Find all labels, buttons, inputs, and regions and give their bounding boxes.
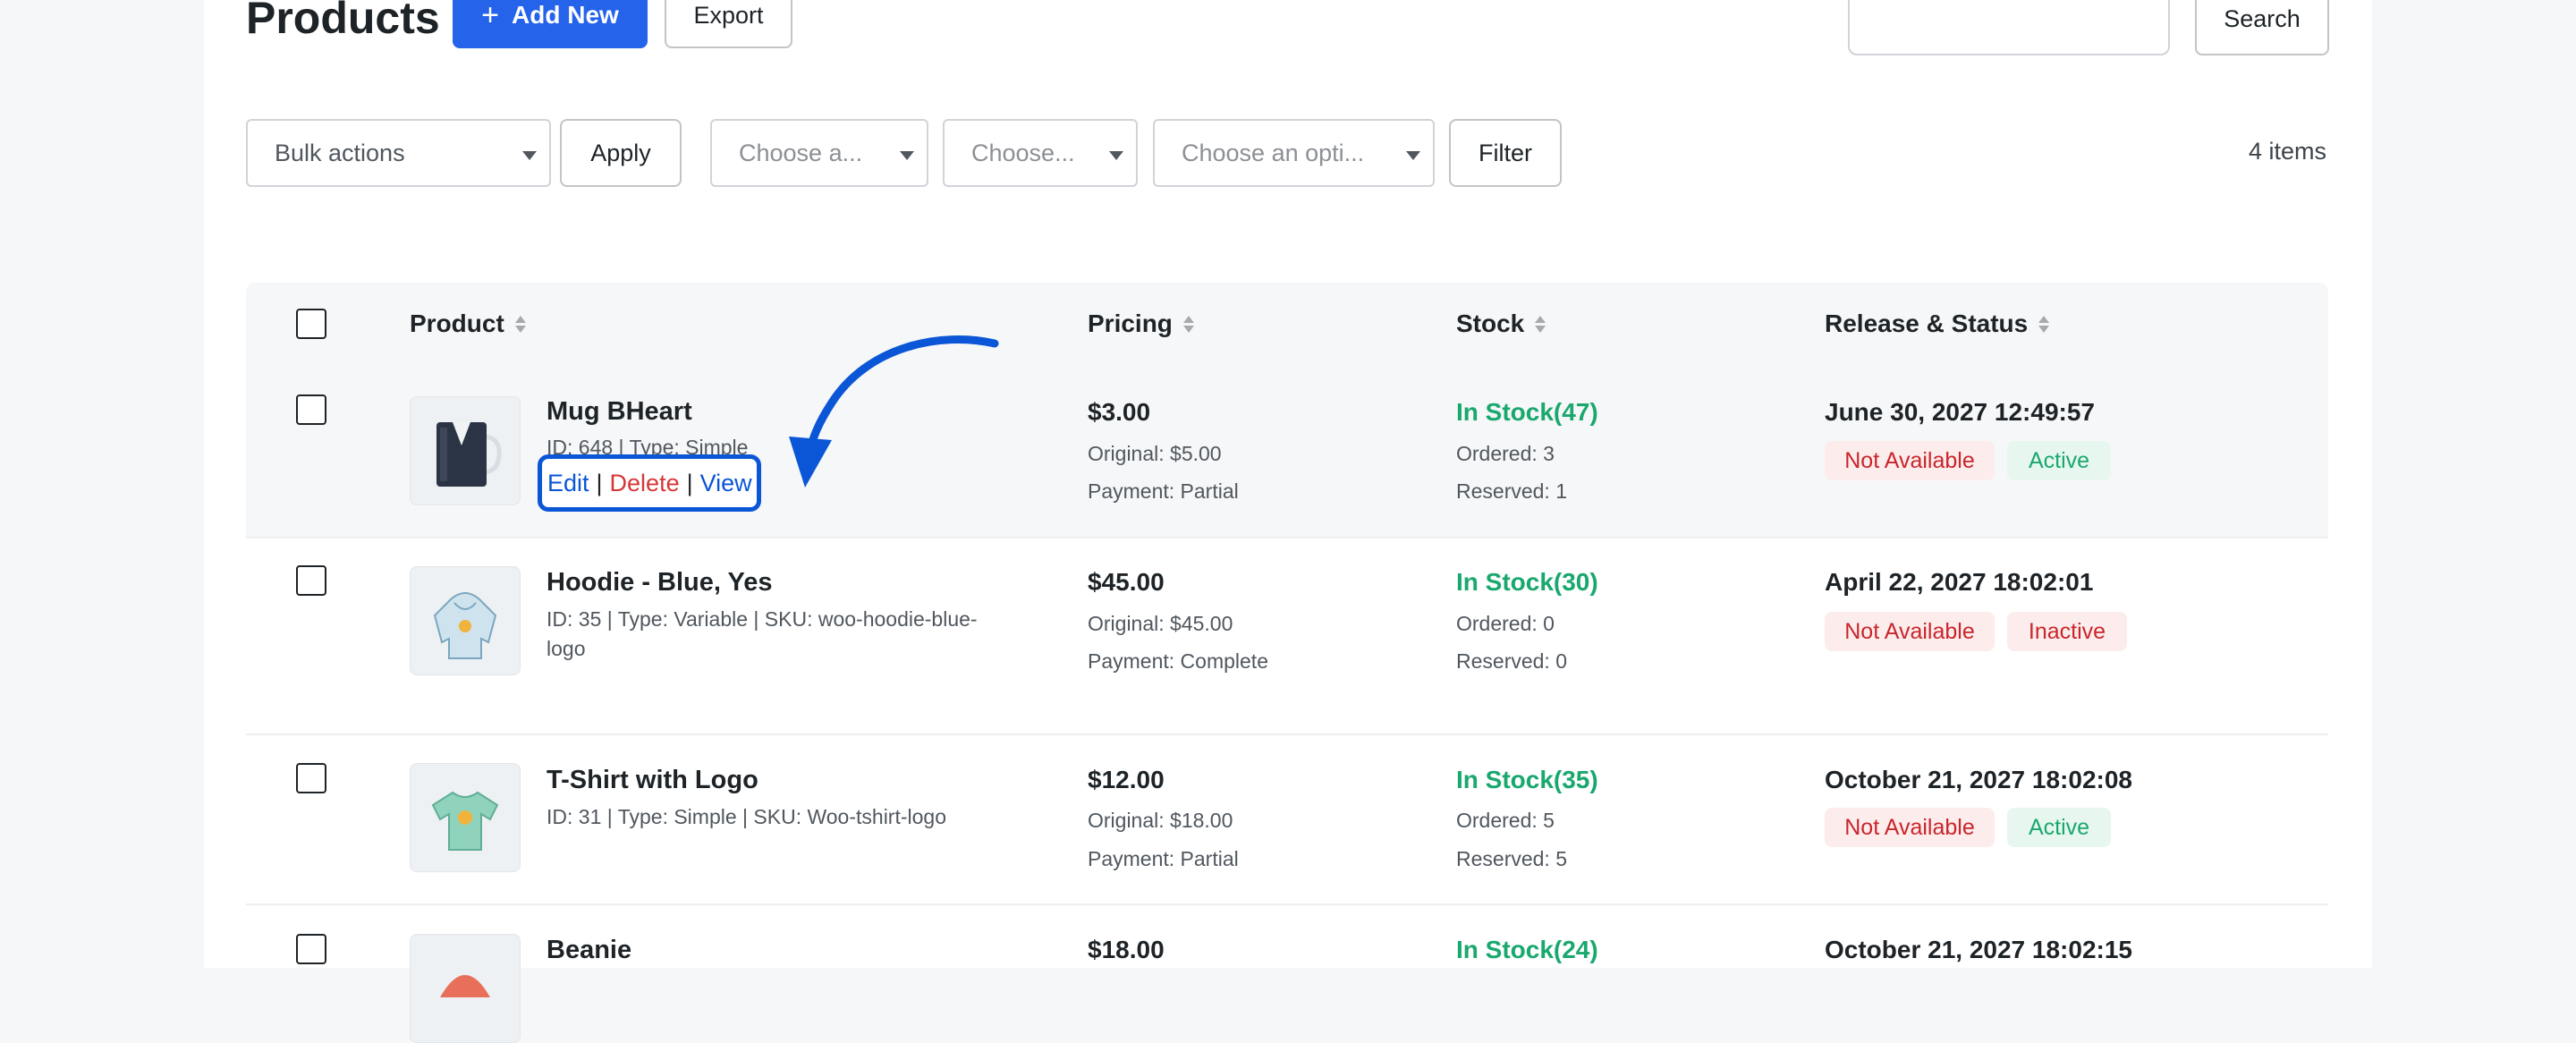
original-price: Original: $18.00 [1088, 809, 1233, 832]
payment-status: Payment: Complete [1088, 649, 1268, 673]
column-header-label: Product [410, 310, 504, 337]
filter-select-3-value: Choose an opti... [1182, 139, 1365, 166]
filter-button[interactable]: Filter [1449, 119, 1562, 187]
price: $18.00 [1088, 936, 1165, 963]
select-all-checkbox[interactable] [296, 309, 326, 339]
release-date: April 22, 2027 18:02:01 [1825, 568, 2094, 596]
column-header-label: Release & Status [1825, 310, 2029, 337]
release-date: June 30, 2027 12:49:57 [1825, 398, 2095, 426]
reserved-count: Reserved: 5 [1456, 847, 1568, 870]
availability-badge: Not Available [1825, 441, 1995, 480]
row-divider [246, 733, 2328, 735]
chevron-down-icon [900, 151, 914, 160]
product-thumbnail[interactable] [410, 763, 521, 872]
items-count: 4 items [2249, 138, 2327, 165]
view-link[interactable]: View [700, 470, 752, 497]
bulk-actions-select[interactable]: Bulk actions [246, 119, 551, 187]
status-badge: Active [2007, 808, 2111, 847]
release-date: October 21, 2027 18:02:08 [1825, 766, 2132, 793]
payment-status: Payment: Partial [1088, 479, 1239, 503]
filter-select-1[interactable]: Choose a... [710, 119, 928, 187]
column-header-label: Stock [1456, 310, 1525, 337]
sort-icon [1182, 315, 1194, 333]
sort-icon [1535, 315, 1546, 333]
product-name[interactable]: Mug BHeart [547, 397, 692, 427]
chevron-down-icon [1109, 151, 1123, 160]
filter-select-2-value: Choose... [971, 139, 1075, 166]
filter-select-2[interactable]: Choose... [943, 119, 1138, 187]
product-name[interactable]: Hoodie - Blue, Yes [547, 568, 772, 598]
export-button[interactable]: Export [665, 0, 792, 48]
stock-status: In Stock(35) [1456, 766, 1598, 793]
original-price: Original: $5.00 [1088, 442, 1222, 465]
original-price: Original: $45.00 [1088, 612, 1233, 635]
reserved-count: Reserved: 0 [1456, 649, 1568, 673]
availability-badge: Not Available [1825, 612, 1995, 651]
price: $3.00 [1088, 398, 1151, 426]
ordered-count: Ordered: 0 [1456, 612, 1555, 635]
row-checkbox[interactable] [296, 565, 326, 596]
apply-button[interactable]: Apply [560, 119, 682, 187]
stock-status: In Stock(47) [1456, 398, 1598, 426]
chevron-down-icon [522, 151, 537, 160]
mug-image-icon [436, 422, 502, 487]
search-input[interactable] [1848, 0, 2170, 55]
product-thumbnail[interactable] [410, 934, 521, 1043]
price: $45.00 [1088, 568, 1165, 596]
beanie-image-icon [440, 975, 490, 997]
hoodie-image-icon [433, 592, 497, 659]
bulk-actions-value: Bulk actions [275, 139, 405, 166]
chevron-down-icon [1406, 151, 1420, 160]
product-meta: ID: 31 | Type: Simple | SKU: Woo-tshirt-… [547, 805, 946, 828]
reserved-count: Reserved: 1 [1456, 479, 1568, 503]
payment-status: Payment: Partial [1088, 847, 1239, 870]
annotation-arrow-icon [789, 335, 999, 488]
delete-link[interactable]: Delete [610, 470, 680, 497]
row-actions: Edit | Delete | View [538, 454, 761, 512]
sort-icon [514, 315, 526, 333]
separator: | [686, 469, 693, 496]
product-meta: ID: 35 | Type: Variable | SKU: woo-hoodi… [547, 607, 978, 660]
row-divider [246, 903, 2328, 905]
status-badge: Active [2007, 441, 2111, 480]
row-divider [246, 537, 2328, 538]
column-header-product[interactable]: Product [410, 310, 526, 338]
column-header-stock[interactable]: Stock [1456, 310, 1546, 338]
release-date: October 21, 2027 18:02:15 [1825, 936, 2132, 963]
row-checkbox[interactable] [296, 763, 326, 793]
availability-badge: Not Available [1825, 808, 1995, 847]
stock-status: In Stock(24) [1456, 936, 1598, 963]
column-header-pricing[interactable]: Pricing [1088, 310, 1194, 338]
product-name[interactable]: T-Shirt with Logo [547, 766, 758, 795]
product-name[interactable]: Beanie [547, 936, 631, 965]
add-new-label: Add New [512, 1, 619, 29]
stock-status: In Stock(30) [1456, 568, 1598, 596]
status-badge: Inactive [2007, 612, 2127, 651]
sort-icon [2038, 315, 2050, 333]
price: $12.00 [1088, 766, 1165, 793]
separator: | [596, 469, 603, 496]
filter-select-3[interactable]: Choose an opti... [1153, 119, 1435, 187]
column-header-release-status[interactable]: Release & Status [1825, 310, 2050, 338]
row-checkbox[interactable] [296, 934, 326, 964]
filter-select-1-value: Choose a... [739, 139, 863, 166]
edit-link[interactable]: Edit [547, 470, 589, 497]
search-button[interactable]: Search [2195, 0, 2329, 55]
row-checkbox[interactable] [296, 394, 326, 425]
product-thumbnail[interactable] [410, 566, 521, 675]
page-title: Products [246, 0, 440, 43]
column-header-label: Pricing [1088, 310, 1173, 337]
plus-icon: + [481, 0, 500, 32]
add-new-button[interactable]: + Add New [453, 0, 648, 48]
product-thumbnail[interactable] [410, 396, 521, 505]
ordered-count: Ordered: 3 [1456, 442, 1555, 465]
ordered-count: Ordered: 5 [1456, 809, 1555, 832]
tshirt-image-icon [431, 791, 499, 851]
